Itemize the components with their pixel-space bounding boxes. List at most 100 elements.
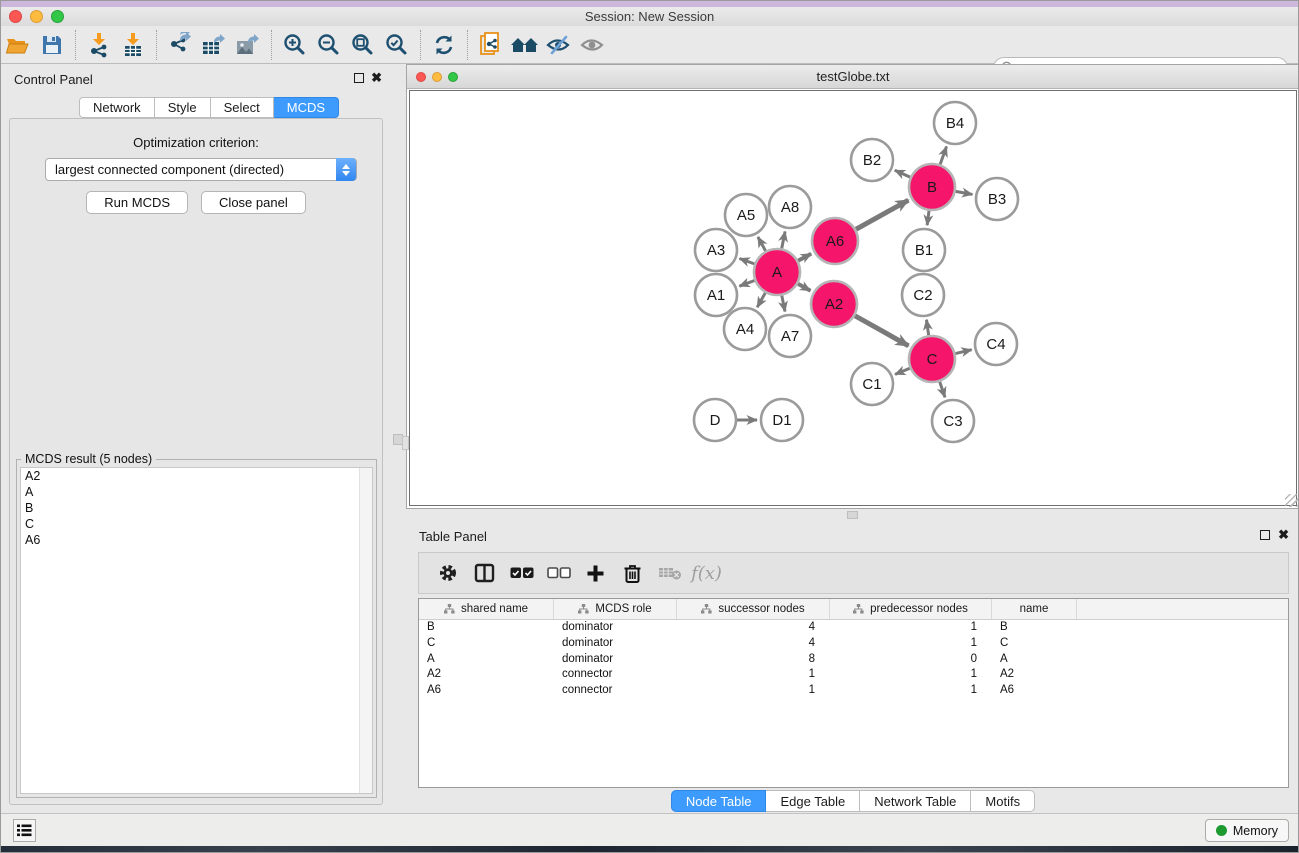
tab-style[interactable]: Style bbox=[155, 97, 211, 118]
splitter-handle[interactable] bbox=[847, 511, 858, 519]
save-session-icon[interactable] bbox=[35, 29, 69, 61]
titlebar[interactable]: Session: New Session bbox=[1, 7, 1298, 26]
node-C4[interactable]: C4 bbox=[975, 323, 1017, 365]
edge-A-A5[interactable] bbox=[758, 237, 766, 251]
edge-C-C4[interactable] bbox=[955, 350, 971, 354]
node-A2[interactable]: A2 bbox=[811, 281, 857, 327]
node-D1[interactable]: D1 bbox=[761, 399, 803, 441]
refresh-layout-icon[interactable] bbox=[427, 29, 461, 61]
node-B3[interactable]: B3 bbox=[976, 178, 1018, 220]
result-list-item[interactable]: B bbox=[21, 500, 372, 516]
split-columns-icon[interactable] bbox=[466, 555, 503, 591]
edge-A-A1[interactable] bbox=[739, 280, 754, 286]
table-row[interactable]: Adominator80A bbox=[419, 652, 1288, 668]
edge-B-B4[interactable] bbox=[940, 147, 946, 165]
edge-A-A2[interactable] bbox=[798, 284, 811, 291]
edge-C-C2[interactable] bbox=[926, 320, 928, 335]
edge-A-A6[interactable] bbox=[798, 254, 811, 261]
edge-A-A7[interactable] bbox=[782, 296, 785, 312]
column-header-shared-name[interactable]: shared name bbox=[419, 599, 554, 619]
task-history-button[interactable] bbox=[13, 819, 36, 842]
close-panel-icon[interactable]: ✖ bbox=[371, 70, 382, 86]
tab-node-table[interactable]: Node Table bbox=[671, 790, 767, 812]
column-header-MCDS-role[interactable]: MCDS role bbox=[554, 599, 677, 619]
column-header-successor-nodes[interactable]: successor nodes bbox=[677, 599, 830, 619]
function-builder-icon[interactable]: f(x) bbox=[688, 555, 725, 591]
table-row[interactable]: Cdominator41C bbox=[419, 636, 1288, 652]
tab-select[interactable]: Select bbox=[211, 97, 274, 118]
node-D[interactable]: D bbox=[694, 399, 736, 441]
tab-motifs[interactable]: Motifs bbox=[971, 790, 1035, 812]
export-image-icon[interactable] bbox=[231, 29, 265, 61]
zoom-in-icon[interactable] bbox=[278, 29, 312, 61]
node-A7[interactable]: A7 bbox=[769, 315, 811, 357]
open-session-icon[interactable] bbox=[1, 29, 35, 61]
edge-B-B2[interactable] bbox=[895, 170, 910, 177]
tab-edge-table[interactable]: Edge Table bbox=[766, 790, 860, 812]
hide-selected-icon[interactable] bbox=[542, 29, 576, 61]
home-view-icon[interactable] bbox=[508, 29, 542, 61]
deselect-all-checkboxes-icon[interactable] bbox=[540, 555, 577, 591]
canvas-side-handle[interactable] bbox=[402, 436, 409, 450]
delete-column-icon[interactable] bbox=[614, 555, 651, 591]
list-scrollbar[interactable] bbox=[359, 468, 372, 793]
edge-B-B1[interactable] bbox=[927, 211, 929, 225]
select-all-checkboxes-icon[interactable] bbox=[503, 555, 540, 591]
export-network-icon[interactable] bbox=[163, 29, 197, 61]
edge-A2-C[interactable] bbox=[855, 316, 909, 346]
node-C3[interactable]: C3 bbox=[932, 400, 974, 442]
delete-table-icon[interactable] bbox=[651, 555, 688, 591]
result-list-item[interactable]: A2 bbox=[21, 468, 372, 484]
add-column-icon[interactable] bbox=[577, 555, 614, 591]
edge-A-A3[interactable] bbox=[740, 258, 755, 263]
edge-C-C1[interactable] bbox=[895, 368, 910, 374]
import-network-icon[interactable] bbox=[82, 29, 116, 61]
zoom-selected-icon[interactable] bbox=[380, 29, 414, 61]
result-list-item[interactable]: A bbox=[21, 484, 372, 500]
node-A1[interactable]: A1 bbox=[695, 274, 737, 316]
network-graph[interactable]: B4B2BB3A8A5A6A3B1AA1C2A2A4A7C4CC1C3DD1 bbox=[410, 91, 1296, 505]
node-B2[interactable]: B2 bbox=[851, 139, 893, 181]
result-list-item[interactable]: C bbox=[21, 516, 372, 532]
node-A8[interactable]: A8 bbox=[769, 186, 811, 228]
table-row[interactable]: A2connector11A2 bbox=[419, 667, 1288, 683]
tab-mcds[interactable]: MCDS bbox=[274, 97, 339, 118]
zoom-fit-icon[interactable] bbox=[346, 29, 380, 61]
node-A[interactable]: A bbox=[754, 249, 800, 295]
edge-A-A8[interactable] bbox=[782, 232, 785, 249]
table-settings-icon[interactable] bbox=[429, 555, 466, 591]
close-panel-icon[interactable]: ✖ bbox=[1278, 527, 1289, 543]
network-window-titlebar[interactable]: testGlobe.txt bbox=[407, 65, 1299, 89]
horizontal-splitter[interactable] bbox=[406, 509, 1299, 521]
float-panel-icon[interactable] bbox=[1260, 530, 1270, 540]
network-snapshot-icon[interactable] bbox=[474, 29, 508, 61]
column-header-name[interactable]: name bbox=[992, 599, 1077, 619]
edge-B-B3[interactable] bbox=[956, 191, 973, 194]
node-C[interactable]: C bbox=[909, 336, 955, 382]
zoom-out-icon[interactable] bbox=[312, 29, 346, 61]
edge-A-A4[interactable] bbox=[757, 293, 765, 307]
run-mcds-button[interactable]: Run MCDS bbox=[86, 191, 188, 214]
node-A5[interactable]: A5 bbox=[725, 194, 767, 236]
memory-button[interactable]: Memory bbox=[1205, 819, 1289, 842]
node-A3[interactable]: A3 bbox=[695, 229, 737, 271]
criterion-select[interactable]: largest connected component (directed) bbox=[45, 158, 357, 181]
edge-C-C3[interactable] bbox=[940, 382, 945, 398]
table-row[interactable]: Bdominator41B bbox=[419, 620, 1288, 636]
tab-network-table[interactable]: Network Table bbox=[860, 790, 971, 812]
edge-A6-B[interactable] bbox=[856, 200, 908, 229]
node-A6[interactable]: A6 bbox=[812, 218, 858, 264]
column-header-predecessor-nodes[interactable]: predecessor nodes bbox=[830, 599, 992, 619]
mcds-result-list[interactable]: A2ABCA6 bbox=[20, 467, 373, 794]
node-B4[interactable]: B4 bbox=[934, 102, 976, 144]
window-resize-grip[interactable] bbox=[1285, 494, 1298, 507]
node-C2[interactable]: C2 bbox=[902, 274, 944, 316]
node-C1[interactable]: C1 bbox=[851, 363, 893, 405]
node-A4[interactable]: A4 bbox=[724, 308, 766, 350]
result-list-item[interactable]: A6 bbox=[21, 532, 372, 548]
table-row[interactable]: A6connector11A6 bbox=[419, 683, 1288, 699]
import-table-icon[interactable] bbox=[116, 29, 150, 61]
show-all-icon[interactable] bbox=[576, 29, 610, 61]
close-panel-button[interactable]: Close panel bbox=[201, 191, 306, 214]
export-table-icon[interactable] bbox=[197, 29, 231, 61]
